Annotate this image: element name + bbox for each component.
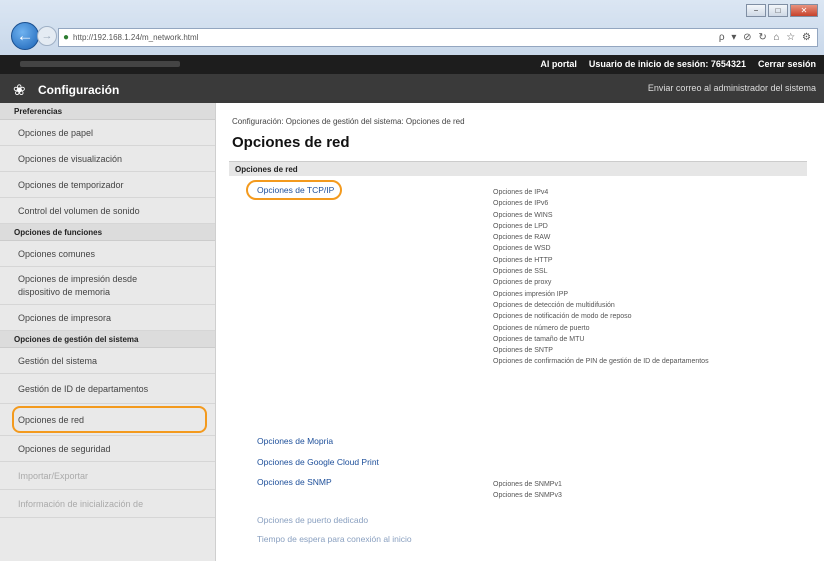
sidebar-item-common[interactable]: Opciones comunes: [0, 241, 215, 267]
app-header: ❀ Configuración Enviar correo al adminis…: [0, 74, 824, 103]
url-text[interactable]: http://192.168.1.24/m_network.html: [73, 33, 198, 42]
sidebar-item-timer[interactable]: Opciones de temporizador: [0, 172, 215, 198]
browser-tools[interactable]: ρ ▾ ⊘ ↻ ⌂ ☆ ⚙: [719, 32, 813, 43]
snmp-details: Opciones de SNMPv1 Opciones de SNMPv3: [493, 479, 562, 502]
snmp-settings-link[interactable]: Opciones de SNMP: [257, 477, 332, 487]
detail-line: Opciones de SNTP: [493, 347, 553, 355]
sidebar-item-department-id[interactable]: Gestión de ID de departamentos: [0, 374, 215, 404]
sidebar-item-display[interactable]: Opciones de visualización: [0, 146, 215, 172]
sidebar-item-paper[interactable]: Opciones de papel: [0, 120, 215, 146]
sidebar-item-system-management[interactable]: Gestión del sistema: [0, 348, 215, 374]
detail-line: Opciones de LPD: [493, 222, 548, 230]
sidebar-item-import-export[interactable]: Importar/Exportar: [0, 462, 215, 490]
mopria-settings-link[interactable]: Opciones de Mopria: [257, 436, 333, 446]
login-user-text: Usuario de inicio de sesión: 7654321: [588, 59, 746, 69]
tcpip-details: Opciones de IPv4 Opciones de IPv6 Opcion…: [493, 187, 709, 368]
detail-line: Opciones de SSL: [493, 268, 548, 276]
detail-line: Opciones impresión IPP: [493, 290, 569, 298]
sidebar-section-functions: Opciones de funciones: [0, 224, 215, 241]
detail-line: Opciones de confirmación de PIN de gesti…: [493, 358, 709, 366]
detail-line: Opciones de SNMPv3: [493, 492, 562, 500]
mail-admin-link[interactable]: Enviar correo al administrador del siste…: [648, 83, 816, 93]
sidebar-item-network[interactable]: Opciones de red: [0, 404, 215, 436]
app-title: Configuración: [38, 83, 120, 97]
startup-wait-time-link[interactable]: Tiempo de espera para conexión al inicio: [257, 534, 412, 544]
sidebar-item-init-info[interactable]: Información de inicialización de: [0, 490, 215, 518]
detail-line: Opciones de RAW: [493, 234, 551, 242]
minimize-button[interactable]: −: [746, 4, 766, 17]
back-arrow-icon[interactable]: ←: [11, 22, 39, 50]
tcpip-settings-link[interactable]: Opciones de TCP/IP: [245, 180, 343, 200]
detail-line: Opciones de IPv6: [493, 200, 549, 208]
browser-chrome: − □ ✕ ← → ● http://192.168.1.24/m_networ…: [0, 0, 824, 56]
sidebar-section-preferences: Preferencias: [0, 103, 215, 120]
detail-line: Opciones de WINS: [493, 211, 553, 219]
maximize-button[interactable]: □: [768, 4, 788, 17]
site-icon: ●: [63, 32, 70, 43]
section-header: Opciones de red: [229, 161, 807, 176]
sidebar-item-memory-print[interactable]: Opciones de impresión desde dispositivo …: [0, 267, 215, 305]
sidebar-item-volume[interactable]: Control del volumen de sonido: [0, 198, 215, 224]
page-title: Opciones de red: [232, 134, 350, 151]
detail-line: Opciones de notificación de modo de repo…: [493, 313, 632, 321]
detail-line: Opciones de detección de multidifusión: [493, 301, 615, 309]
sidebar-item-security[interactable]: Opciones de seguridad: [0, 436, 215, 462]
sidebar-section-system: Opciones de gestión del sistema: [0, 331, 215, 348]
address-bar[interactable]: ● http://192.168.1.24/m_network.html ρ ▾…: [58, 28, 818, 47]
detail-line: Opciones de tamaño de MTU: [493, 335, 585, 343]
window-controls: − □ ✕: [744, 4, 818, 17]
settings-gear-icon: ❀: [13, 82, 26, 99]
close-window-button[interactable]: ✕: [790, 4, 818, 17]
portal-link[interactable]: Al portal: [540, 59, 577, 69]
detail-line: Opciones de número de puerto: [493, 324, 590, 332]
dedicated-port-link[interactable]: Opciones de puerto dedicado: [257, 515, 368, 525]
redacted-product-name: [20, 61, 180, 67]
detail-line: Opciones de proxy: [493, 279, 552, 287]
breadcrumb: Configuración: Opciones de gestión del s…: [232, 117, 465, 126]
google-cloud-print-link[interactable]: Opciones de Google Cloud Print: [257, 457, 379, 467]
sidebar-item-printer[interactable]: Opciones de impresora: [0, 305, 215, 331]
detail-line: Opciones de SNMPv1: [493, 481, 562, 488]
forward-arrow-icon[interactable]: →: [37, 26, 57, 46]
sidebar: Preferencias Opciones de papel Opciones …: [0, 103, 216, 561]
logout-link[interactable]: Cerrar sesión: [758, 59, 816, 69]
detail-line: Opciones de WSD: [493, 245, 551, 253]
detail-line: Opciones de HTTP: [493, 256, 553, 264]
detail-line: Opciones de IPv4: [493, 189, 549, 196]
top-bar: Al portal Usuario de inicio de sesión: 7…: [0, 55, 824, 74]
